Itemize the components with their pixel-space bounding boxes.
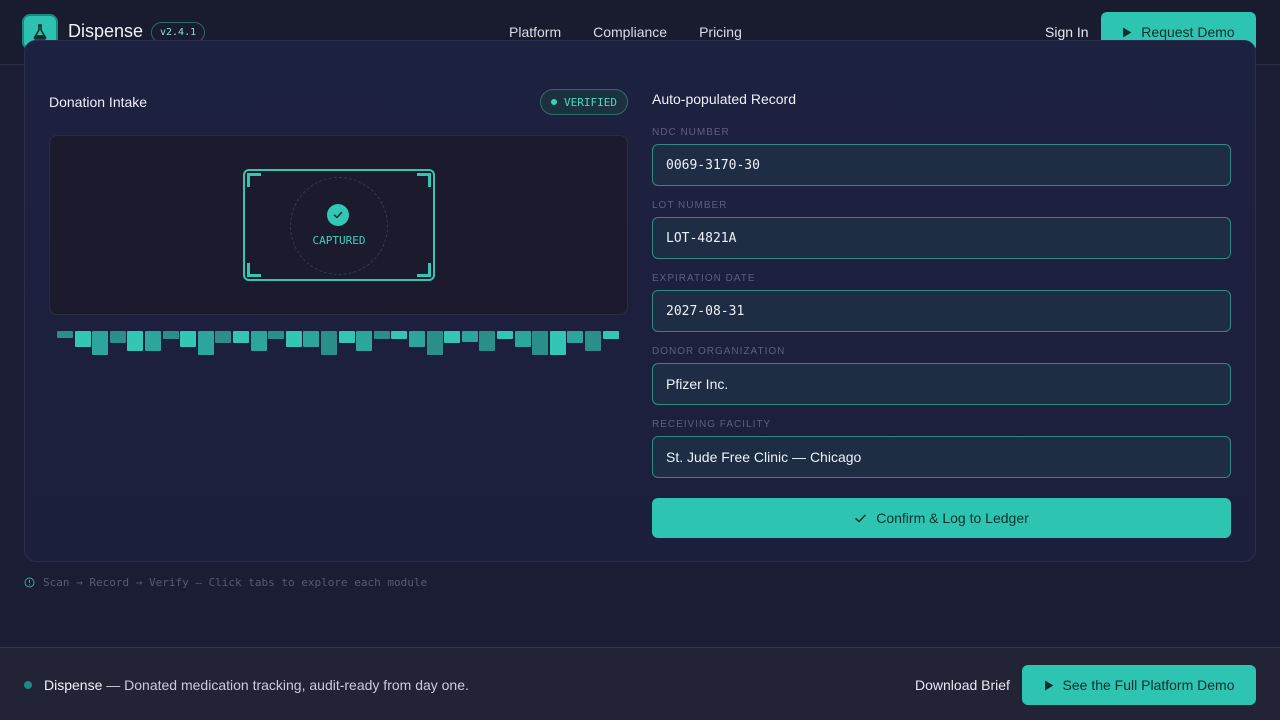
visualizer-bar — [602, 331, 619, 339]
confirm-log-button[interactable]: Confirm & Log to Ledger — [652, 498, 1231, 538]
visualizer-bar — [479, 331, 496, 351]
visualizer-bar — [268, 331, 285, 339]
status-dot-icon — [551, 99, 557, 105]
visualizer-bar — [145, 331, 161, 351]
visualizer-bar — [92, 331, 109, 355]
full-demo-label: See the Full Platform Demo — [1062, 677, 1235, 693]
visualizer-bar — [549, 331, 566, 355]
visualizer-bar — [57, 331, 73, 338]
visualizer-bar — [127, 331, 144, 351]
scan-ring — [290, 177, 388, 275]
check-circle-icon — [327, 204, 349, 226]
record-title: Auto-populated Record — [652, 91, 796, 107]
ndc-field[interactable]: 0069-3170-30 — [652, 144, 1231, 186]
brand-name[interactable]: Dispense — [68, 21, 143, 42]
visualizer-bar — [497, 331, 513, 339]
visualizer-bar — [338, 331, 355, 343]
visualizer-bar — [109, 331, 126, 343]
footer-tagline: Dispense — Donated medication tracking, … — [44, 677, 469, 693]
visualizer-bar — [74, 331, 91, 347]
visualizer-bar — [250, 331, 267, 351]
play-icon — [1123, 27, 1132, 37]
verified-badge: VERIFIED — [540, 89, 628, 115]
visualizer-bar — [409, 331, 425, 347]
footer-tagline-text: — Donated medication tracking, audit-rea… — [102, 677, 469, 693]
visualizer-bar — [303, 331, 320, 347]
nav-item-pricing[interactable]: Pricing — [699, 24, 742, 40]
visualizer-bar — [233, 331, 249, 343]
facility-label: RECEIVING FACILITY — [652, 419, 772, 430]
expiration-field[interactable]: 2027-08-31 — [652, 290, 1231, 332]
hint-text: Scan → Record → Verify — Click tabs to e… — [24, 576, 427, 589]
lot-field[interactable]: LOT-4821A — [652, 217, 1231, 259]
visualizer-bar — [215, 331, 232, 343]
nav-item-platform[interactable]: Platform — [509, 24, 561, 40]
captured-label: CAPTURED — [312, 234, 366, 247]
visualizer-bar — [356, 331, 373, 351]
expiration-label: EXPIRATION DATE — [652, 273, 756, 284]
visualizer-bar — [180, 331, 197, 347]
verified-label: VERIFIED — [564, 95, 617, 109]
full-platform-demo-button[interactable]: See the Full Platform Demo — [1022, 665, 1256, 705]
confirm-label: Confirm & Log to Ledger — [876, 510, 1029, 526]
frame-corner — [247, 173, 261, 187]
visualizer-bar — [426, 331, 443, 355]
play-icon — [1044, 680, 1054, 690]
footer-bar: Dispense — Donated medication tracking, … — [0, 647, 1280, 720]
nav-item-compliance[interactable]: Compliance — [593, 24, 667, 40]
status-dot-icon — [24, 681, 32, 689]
visualizer-bar — [373, 331, 390, 339]
download-brief-link[interactable]: Download Brief — [915, 677, 1010, 693]
facility-field[interactable]: St. Jude Free Clinic — Chicago — [652, 436, 1231, 478]
frame-corner — [417, 263, 431, 277]
visualizer-bar — [391, 331, 408, 339]
info-icon — [24, 577, 35, 588]
hint-label: Scan → Record → Verify — Click tabs to e… — [43, 576, 428, 589]
visualizer-bar — [514, 331, 531, 347]
main-nav: Platform Compliance Pricing — [509, 24, 742, 40]
visualizer-bar — [285, 331, 302, 347]
visualizer-bar — [197, 331, 214, 355]
flask-icon — [33, 24, 47, 40]
visualizer-bar — [444, 331, 461, 343]
visualizer-bar — [321, 331, 337, 355]
ndc-label: NDC NUMBER — [652, 127, 730, 138]
footer-brand: Dispense — [44, 677, 103, 693]
donor-field[interactable]: Pfizer Inc. — [652, 363, 1231, 405]
request-demo-label: Request Demo — [1141, 24, 1235, 40]
intake-title: Donation Intake — [49, 94, 148, 110]
visualizer-bar — [162, 331, 179, 339]
frame-corner — [247, 263, 261, 277]
sign-in-link[interactable]: Sign In — [1045, 24, 1089, 40]
visualizer-bar — [567, 331, 584, 343]
visualizer-bar — [532, 331, 549, 355]
visualizer-bar — [585, 331, 601, 351]
frame-corner — [417, 173, 431, 187]
donor-label: DONOR ORGANIZATION — [652, 346, 786, 357]
visualizer-bar — [461, 331, 478, 342]
check-icon — [855, 514, 866, 522]
lot-label: LOT NUMBER — [652, 200, 728, 211]
